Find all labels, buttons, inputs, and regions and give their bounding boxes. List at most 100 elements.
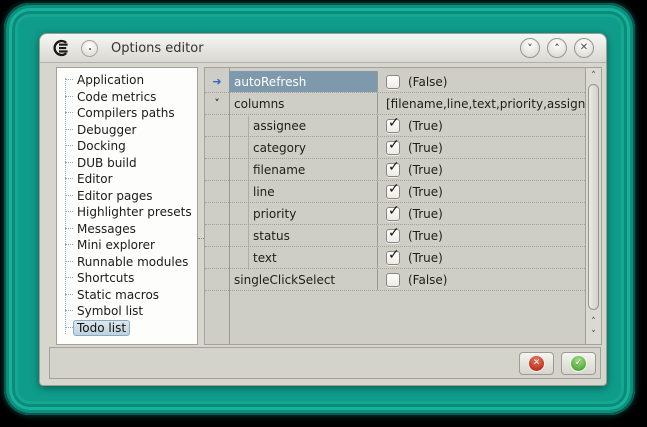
property-name[interactable]: columns [229,93,377,114]
value-text: (True) [408,119,443,133]
window-menu-button[interactable] [81,40,98,57]
checkbox-checked[interactable]: ✓ [386,251,400,265]
property-value[interactable]: ✓ (True) [377,247,585,268]
value-text: (False) [408,75,448,89]
cancel-button[interactable]: ✕ [519,352,554,375]
property-row-assignee[interactable]: assignee ✓ (True) [205,115,585,137]
property-name[interactable]: singleClickSelect [229,269,377,290]
property-name[interactable]: text [229,247,377,268]
property-value[interactable]: ✓ (True) [377,225,585,246]
shade-button[interactable]: ˅ [520,38,540,58]
value-text: (True) [408,163,443,177]
category-list[interactable]: ApplicationCode metricsCompilers pathsDe… [56,67,198,345]
sidebar-item-shortcuts[interactable]: Shortcuts [57,269,197,286]
sidebar-item-runnable-modules[interactable]: Runnable modules [57,253,197,270]
scroll-up-icon[interactable]: ˄ [586,70,601,82]
sidebar-item-editor[interactable]: Editor [57,170,197,187]
value-text: (True) [408,229,443,243]
collapse-icon[interactable]: ˅ [205,93,229,115]
property-value[interactable]: ✓ (True) [377,159,585,180]
current-row-arrow-icon[interactable]: ➜ [205,71,229,93]
accept-icon: ✓ [570,355,587,372]
property-row-status[interactable]: status ✓ (True) [205,225,585,247]
sidebar-item-label: Docking [73,138,130,154]
sidebar-item-messages[interactable]: Messages [57,220,197,237]
sidebar-item-label: Compilers paths [73,105,179,121]
sidebar-item-highlighter-presets[interactable]: Highlighter presets [57,203,197,220]
check-icon: ✓ [388,115,400,131]
property-name[interactable]: line [229,181,377,202]
sidebar-item-dub-build[interactable]: DUB build [57,154,197,171]
check-icon: ✓ [388,225,400,241]
sidebar-item-docking[interactable]: Docking [57,137,197,154]
sidebar-item-label: Debugger [73,122,140,138]
sidebar-item-label: Application [73,72,148,88]
options-editor-window: Options editor ˅ ˄ ✕ ApplicationCode met… [39,33,607,386]
value-text: (True) [408,251,443,265]
sidebar-item-label: Code metrics [73,89,160,105]
checkbox-checked[interactable]: ✓ [386,163,400,177]
titlebar[interactable]: Options editor ˅ ˄ ✕ [40,34,606,63]
sidebar-item-label: DUB build [73,155,141,171]
property-value[interactable]: ✓ (True) [377,137,585,158]
property-value[interactable]: ✓(True) [377,181,585,202]
property-name[interactable]: filename [229,159,377,180]
property-name[interactable]: autoRefresh [229,71,377,92]
vertical-scrollbar[interactable]: ˄ ˄ ˅ [585,68,601,344]
property-row-filename[interactable]: filename ✓ (True) [205,159,585,181]
checkbox-checked[interactable]: ✓ [386,207,400,221]
property-name[interactable]: status [229,225,377,246]
checkbox-unchecked[interactable] [386,273,400,287]
property-row-text[interactable]: text ✓ (True) [205,247,585,269]
property-value[interactable]: [filename,line,text,priority,assigne [377,93,585,114]
sidebar-item-todo-list[interactable]: Todo list [57,319,197,336]
check-icon: ✓ [388,203,400,219]
sidebar-item-application[interactable]: Application [57,71,197,88]
property-row-priority[interactable]: priority ✓ (True) [205,203,585,225]
sidebar-item-compilers-paths[interactable]: Compilers paths [57,104,197,121]
checkbox-checked[interactable]: ✓ [386,185,400,199]
property-name[interactable]: assignee [229,115,377,136]
accept-button[interactable]: ✓ [561,352,596,375]
property-value[interactable]: ✓ (True) [377,203,585,224]
check-icon: ✓ [388,181,400,197]
scrollbar-thumb[interactable] [588,84,599,310]
sidebar-item-label: Symbol list [73,303,147,319]
property-value[interactable]: (False) [377,71,585,92]
sidebar-item-mini-explorer[interactable]: Mini explorer [57,236,197,253]
property-name[interactable]: priority [229,203,377,224]
checkbox-checked[interactable]: ✓ [386,229,400,243]
coedit-app-icon [52,39,70,57]
property-row-singleClickSelect[interactable]: singleClickSelect(False) [205,269,585,291]
property-row-columns[interactable]: ˅columns[filename,line,text,priority,ass… [205,93,585,115]
value-text: (True) [408,141,443,155]
sidebar-item-label: Messages [73,221,140,237]
property-row-line[interactable]: line✓(True) [205,181,585,203]
sidebar-item-editor-pages[interactable]: Editor pages [57,187,197,204]
sidebar-item-label: Editor pages [73,188,157,204]
property-name[interactable]: category [229,137,377,158]
sidebar-item-label: Highlighter presets [73,204,196,220]
value-text: (True) [408,207,443,221]
checkbox-checked[interactable]: ✓ [386,119,400,133]
property-grid[interactable]: ➜autoRefresh(False)˅columns[filename,lin… [204,67,602,345]
scroll-down-icon[interactable]: ˅ [586,329,601,341]
sidebar-item-label: Runnable modules [73,254,192,270]
checkbox-checked[interactable]: ✓ [386,141,400,155]
property-value[interactable]: ✓ (True) [377,115,585,136]
sidebar-item-debugger[interactable]: Debugger [57,121,197,138]
property-row-autoRefresh[interactable]: ➜autoRefresh (False) [205,71,585,93]
cancel-icon: ✕ [528,355,545,372]
sidebar-item-symbol-list[interactable]: Symbol list [57,302,197,319]
property-value[interactable]: (False) [377,269,585,290]
checkbox-unchecked[interactable] [386,75,400,89]
footer-bar: ✕ ✓ [49,347,601,379]
property-row-category[interactable]: category ✓ (True) [205,137,585,159]
close-button[interactable]: ✕ [574,38,594,58]
scroll-up2-icon[interactable]: ˄ [586,316,601,328]
sidebar-item-static-macros[interactable]: Static macros [57,286,197,303]
sidebar-item-label: Todo list [73,320,130,336]
sidebar-item-code-metrics[interactable]: Code metrics [57,88,197,105]
sidebar-item-label: Shortcuts [73,270,138,286]
maximize-button[interactable]: ˄ [547,38,567,58]
